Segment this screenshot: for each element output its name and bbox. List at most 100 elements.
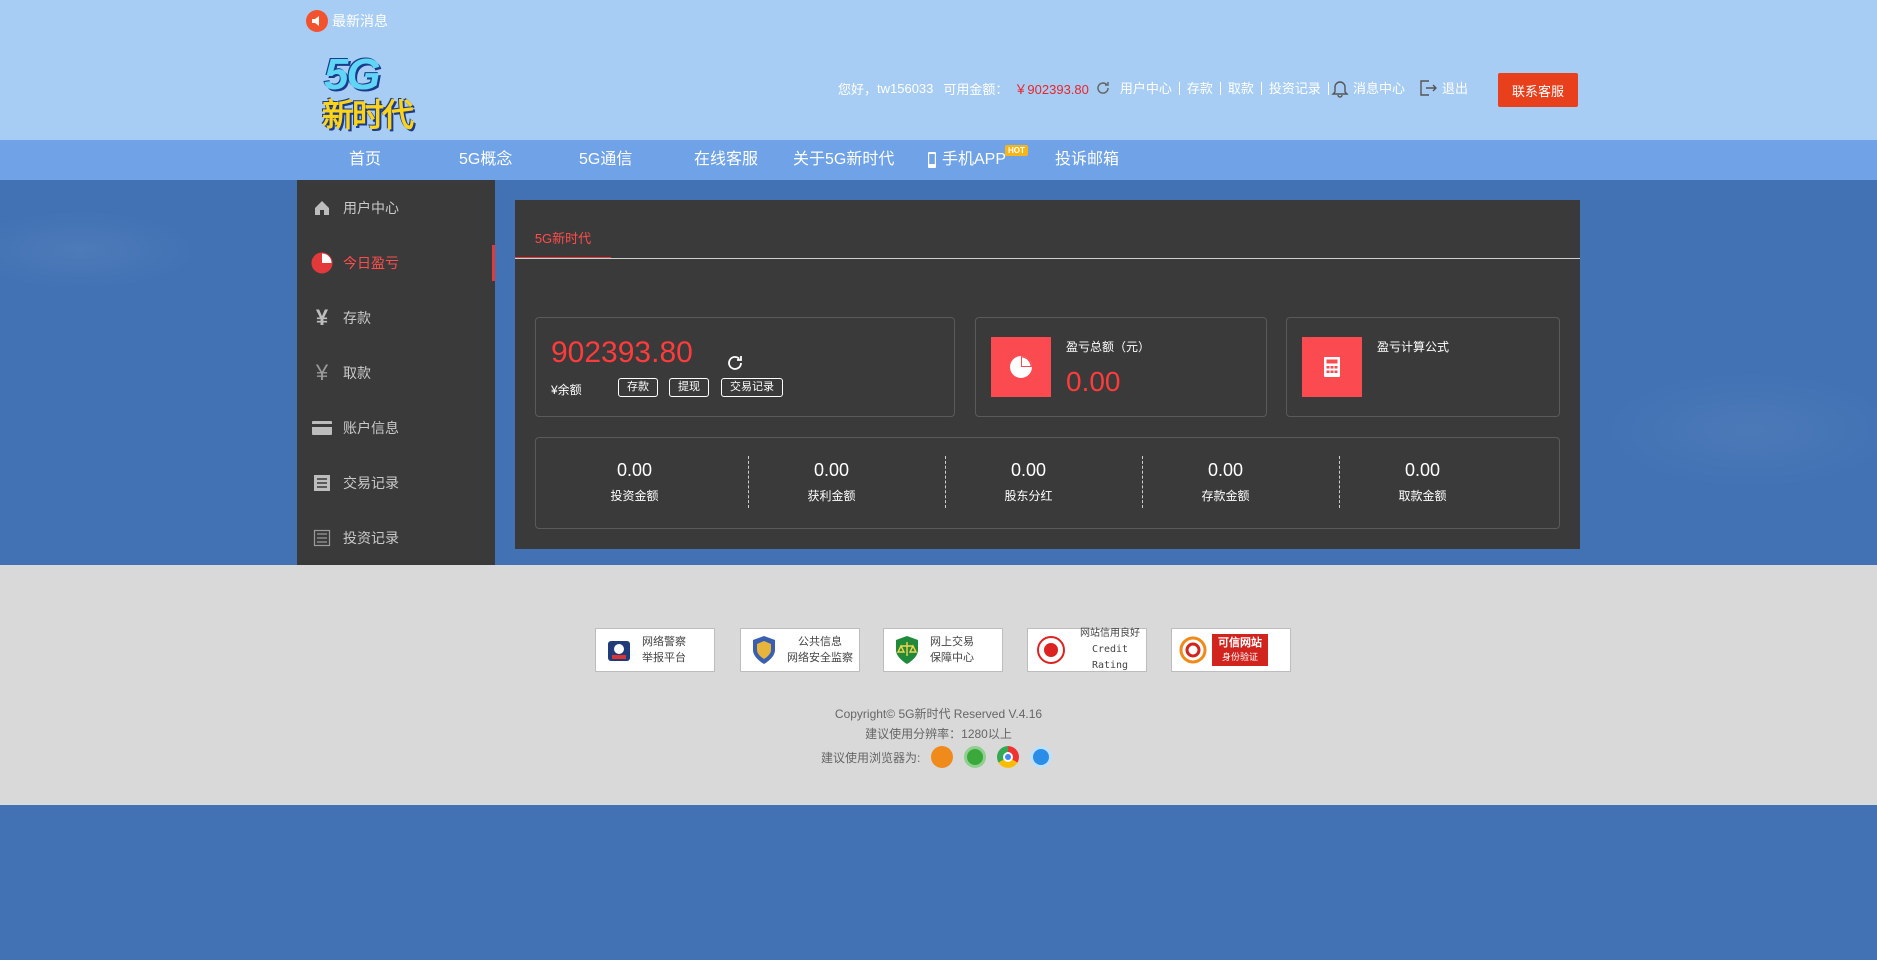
tab-divider bbox=[515, 258, 1580, 259]
stat-withdraw: 0.00 取款金额 bbox=[1324, 438, 1521, 528]
badge-line2: 保障中心 bbox=[930, 652, 974, 664]
uc-browser-icon[interactable] bbox=[931, 746, 954, 768]
deposit-button[interactable]: 存款 bbox=[618, 378, 658, 397]
link-logout[interactable]: 退出 bbox=[1440, 82, 1475, 95]
stat-value: 0.00 bbox=[1010, 460, 1047, 480]
credit-seal-icon bbox=[1036, 634, 1066, 666]
megaphone-icon bbox=[306, 10, 328, 32]
withdraw-button[interactable]: 提现 bbox=[669, 378, 709, 397]
news-ticker[interactable]: 最新消息 bbox=[306, 10, 388, 32]
sidebar-item-label: 投资记录 bbox=[343, 529, 399, 546]
nav-5g-concept[interactable]: 5G概念 bbox=[459, 140, 512, 180]
tab-5g-era[interactable]: 5G新时代 bbox=[515, 228, 611, 259]
stat-profit: 0.00 获利金额 bbox=[733, 438, 930, 528]
sidebar-item-transaction-records[interactable]: 交易记录 bbox=[297, 455, 495, 510]
bottom-background bbox=[0, 805, 1877, 960]
link-deposit[interactable]: 存款 bbox=[1180, 81, 1221, 95]
shield-emblem-icon bbox=[749, 634, 779, 666]
chrome-browser-icon[interactable] bbox=[997, 746, 1020, 768]
refresh-icon[interactable] bbox=[1095, 80, 1111, 96]
nav-home[interactable]: 首页 bbox=[349, 140, 381, 180]
mobile-phone-icon bbox=[927, 140, 937, 180]
scales-shield-icon bbox=[892, 634, 922, 666]
profit-formula-title: 盈亏计算公式 bbox=[1377, 340, 1450, 354]
stat-label: 取款金额 bbox=[1398, 489, 1447, 503]
badge-credit-rating[interactable]: 网站信用良好 Credit Rating bbox=[1027, 628, 1147, 672]
stat-value: 0.00 bbox=[1404, 460, 1441, 480]
sidebar-item-label: 今日盈亏 bbox=[343, 254, 399, 271]
trusted-site-icon bbox=[1178, 634, 1208, 666]
logo-text-main: 新时代 bbox=[322, 97, 414, 133]
badge-line2: 身份验证 bbox=[1221, 652, 1258, 662]
nav-mobile-app[interactable]: 手机APP bbox=[942, 140, 1006, 180]
badge-network-security[interactable]: 公共信息网络安全监察 bbox=[740, 628, 860, 672]
badge-trusted-site[interactable]: 可信网站 身份验证 bbox=[1171, 628, 1291, 672]
badge-line1: 网上交易 bbox=[930, 636, 974, 648]
yen-icon: ¥ bbox=[315, 304, 329, 330]
logout-icon[interactable] bbox=[1418, 78, 1438, 98]
badge-cyber-police[interactable]: 网络警察 举报平台 bbox=[595, 628, 715, 672]
profit-formula-card[interactable]: 盈亏计算公式 bbox=[1286, 317, 1560, 417]
stat-deposit: 0.00 存款金额 bbox=[1127, 438, 1324, 528]
link-user-center[interactable]: 用户中心 bbox=[1113, 81, 1180, 95]
sidebar-item-label: 账户信息 bbox=[343, 419, 399, 436]
main-nav: 首页 5G概念 5G通信 在线客服 关于5G新时代 手机APP 投诉邮箱 bbox=[0, 140, 1877, 180]
stat-dividend: 0.00 股东分红 bbox=[930, 438, 1127, 528]
transaction-records-button[interactable]: 交易记录 bbox=[721, 378, 783, 397]
bell-icon[interactable] bbox=[1331, 78, 1349, 98]
top-header: 最新消息 5G 新时代 您好， tw156033 可用金额： ￥902393.8… bbox=[0, 0, 1877, 140]
browser-recommendation: 建议使用浏览器为: bbox=[821, 746, 1053, 768]
stat-value: 0.00 bbox=[1207, 460, 1244, 480]
sidebar-item-withdraw[interactable]: ¥ 取款 bbox=[297, 345, 495, 400]
sidebar-item-account-info[interactable]: 账户信息 bbox=[297, 400, 495, 455]
link-withdraw[interactable]: 取款 bbox=[1221, 81, 1262, 95]
profit-total-card: 盈亏总额（元） 0.00 bbox=[975, 317, 1267, 417]
stat-label: 股东分红 bbox=[1004, 489, 1053, 503]
police-icon bbox=[604, 634, 634, 666]
browsers-label: 建议使用浏览器为: bbox=[821, 750, 921, 765]
profit-total-title: 盈亏总额（元） bbox=[1066, 340, 1151, 354]
contact-support-button[interactable]: 联系客服 bbox=[1498, 73, 1578, 107]
news-label: 最新消息 bbox=[332, 13, 388, 29]
sidebar-item-investment-records[interactable]: 投资记录 bbox=[297, 510, 495, 565]
sidebar-item-label: 取款 bbox=[343, 364, 371, 381]
stat-label: 投资金额 bbox=[610, 489, 659, 503]
badge-line2: 网络安全监察 bbox=[787, 652, 853, 664]
balance-label: 可用金额： bbox=[943, 81, 1009, 97]
stat-investment: 0.00 投资金额 bbox=[536, 438, 733, 528]
nav-about[interactable]: 关于5G新时代 bbox=[793, 140, 894, 180]
nav-5g-communication[interactable]: 5G通信 bbox=[579, 140, 632, 180]
badge-online-trade[interactable]: 网上交易 保障中心 bbox=[883, 628, 1003, 672]
balance-value: ￥902393.80 bbox=[1014, 81, 1089, 97]
link-investment-records[interactable]: 投资记录 bbox=[1262, 81, 1329, 95]
sogou-browser-icon[interactable] bbox=[1030, 746, 1053, 768]
nav-complaint-email[interactable]: 投诉邮箱 bbox=[1055, 140, 1119, 180]
badge-line1: 公共信息 bbox=[798, 636, 842, 648]
sidebar-item-label: 用户中心 bbox=[343, 199, 399, 216]
main-panel: 5G新时代 902393.80 ¥余额 存款 提现 交易记录 盈亏总额（元） 0… bbox=[515, 200, 1580, 549]
balance-amount: 902393.80 bbox=[551, 336, 693, 369]
badge-line1: 可信网站 bbox=[1218, 637, 1262, 649]
link-message-center[interactable]: 消息中心 bbox=[1351, 82, 1412, 95]
nav-online-service[interactable]: 在线客服 bbox=[694, 140, 758, 180]
hot-badge: HOT bbox=[1005, 145, 1028, 156]
greeting: 您好， bbox=[838, 81, 878, 97]
badge-line1: 网站信用良好 bbox=[1080, 628, 1140, 639]
footer: 网络警察 举报平台 公共信息网络安全监察 网上交易保障中心 网站信用良好 Credi… bbox=[0, 565, 1877, 805]
ie-browser-icon[interactable] bbox=[964, 746, 987, 768]
stat-label: 存款金额 bbox=[1201, 489, 1250, 503]
sidebar-item-deposit[interactable]: ¥ 存款 bbox=[297, 290, 495, 345]
site-logo[interactable]: 5G 新时代 bbox=[322, 50, 432, 133]
refresh-icon[interactable] bbox=[724, 352, 746, 379]
list-outline-icon bbox=[311, 527, 333, 549]
stat-value: 0.00 bbox=[813, 460, 850, 480]
badge-line2: Credit Rating bbox=[1091, 644, 1129, 671]
yen-outline-icon: ¥ bbox=[315, 359, 329, 385]
copyright-text: Copyright© 5G新时代 Reserved V.4.16 bbox=[834, 707, 1043, 721]
balance-label: ¥余额 bbox=[551, 383, 582, 397]
sidebar-item-today-profit[interactable]: 今日盈亏 bbox=[297, 235, 495, 290]
card-icon bbox=[311, 417, 333, 439]
stats-card: 0.00 投资金额 0.00 获利金额 0.00 股东分红 0.00 存款金额 … bbox=[535, 437, 1560, 529]
badge-line1: 网络警察 bbox=[642, 636, 686, 648]
sidebar-item-user-center[interactable]: 用户中心 bbox=[297, 180, 495, 235]
